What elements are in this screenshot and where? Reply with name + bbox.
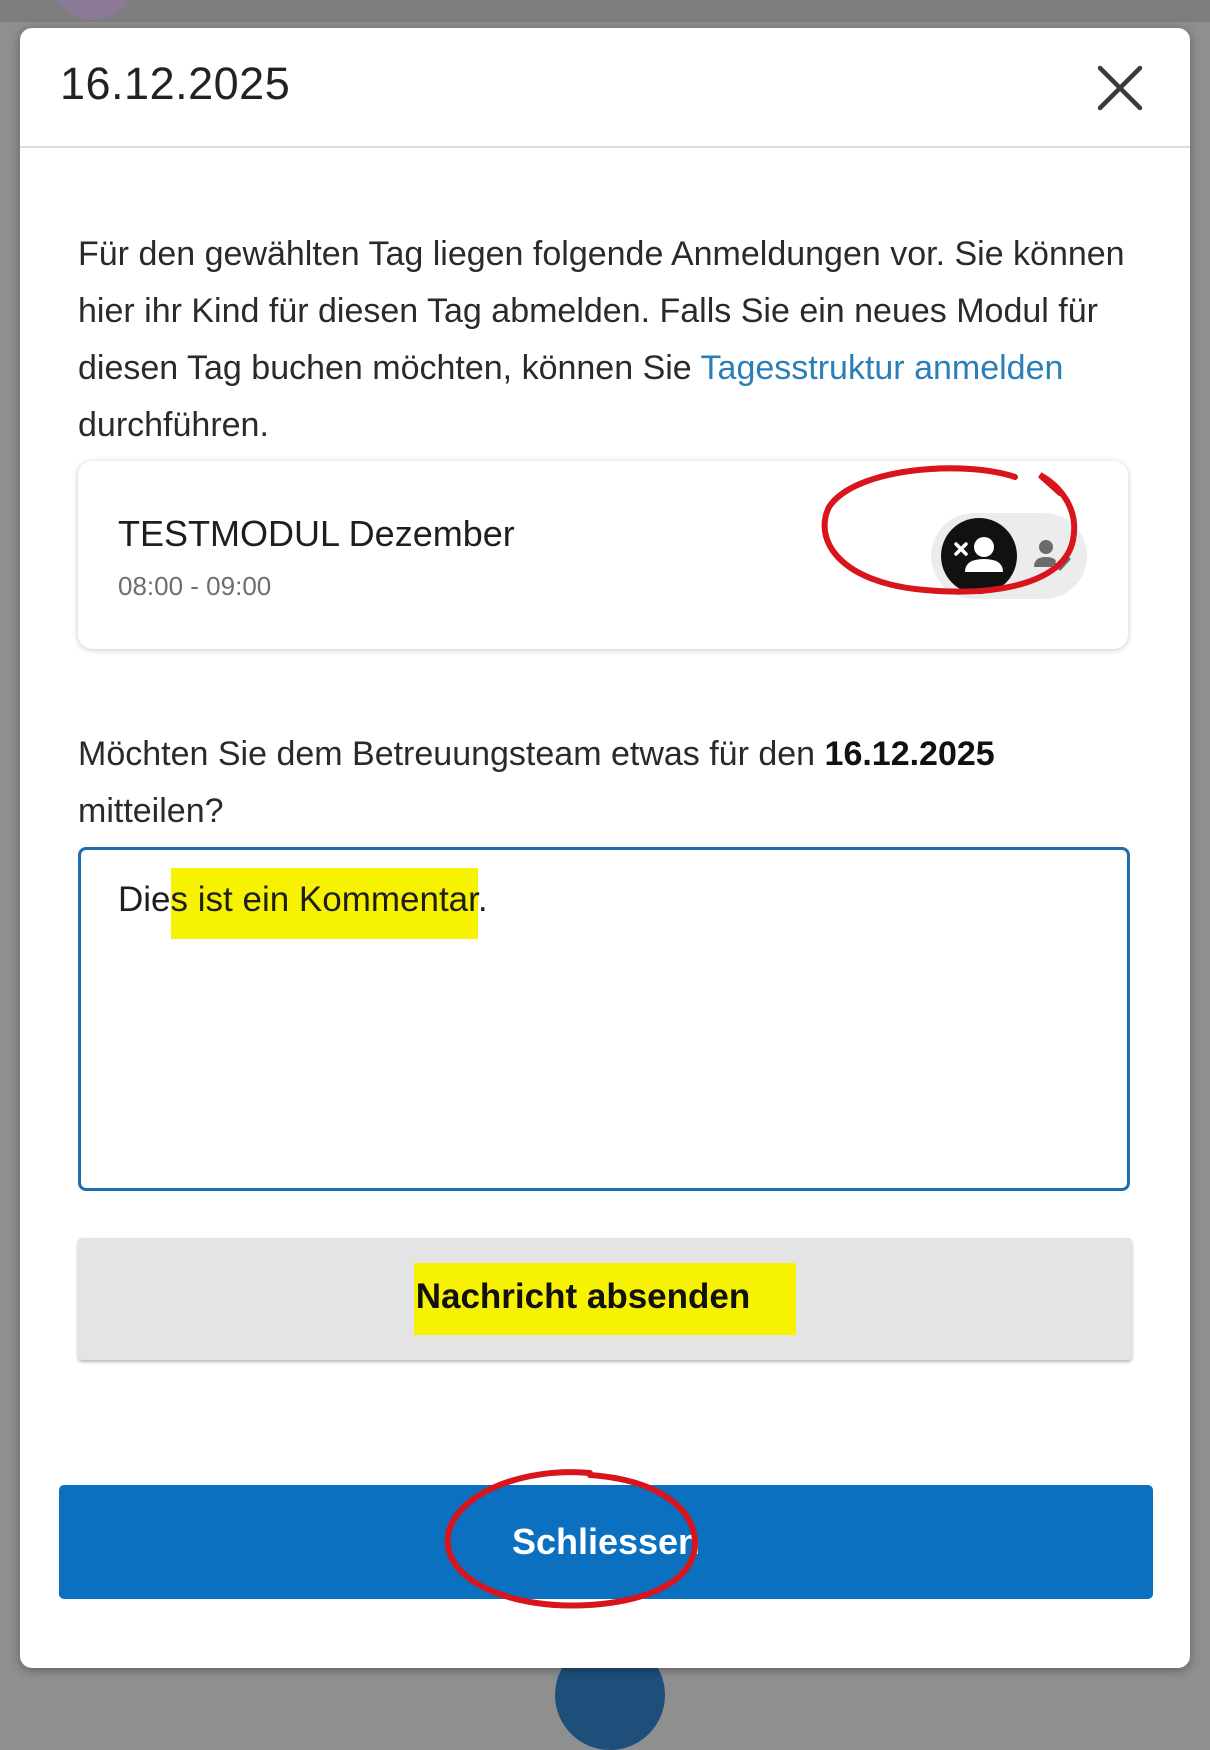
send-message-button[interactable]: Nachricht absenden: [78, 1238, 1132, 1360]
tagesstruktur-link[interactable]: Tagesstruktur anmelden: [701, 349, 1064, 387]
question-date: 16.12.2025: [824, 735, 995, 773]
close-button-label: Schliessen: [511, 1521, 701, 1562]
attendance-toggle: [931, 513, 1087, 599]
dialog-header: 16.12.2025: [20, 28, 1190, 148]
module-time: 08:00 - 09:00: [118, 571, 272, 601]
send-message-label: Nachricht absenden: [413, 1263, 797, 1335]
comment-highlighted: s ist ein Kommentar: [170, 868, 478, 939]
module-name: TESTMODUL Dezember: [118, 513, 515, 554]
intro-text: Für den gewählten Tag liegen folgende An…: [78, 226, 1138, 454]
backdrop: [0, 0, 1210, 22]
day-dialog: 16.12.2025 Für den gewählten Tag liegen …: [20, 28, 1190, 1668]
comment-part-3: .: [477, 880, 488, 919]
close-button[interactable]: Schliessen: [59, 1485, 1153, 1599]
comment-part-1: Die: [118, 880, 171, 919]
question-suffix: mitteilen?: [78, 792, 224, 830]
intro-text-end: durchführen.: [78, 406, 269, 444]
person-remove-icon[interactable]: [941, 518, 1017, 594]
message-question: Möchten Sie dem Betreuungsteam etwas für…: [78, 726, 1138, 840]
person-check-icon[interactable]: [1027, 531, 1077, 581]
dialog-title: 16.12.2025: [60, 58, 291, 109]
close-icon[interactable]: [1090, 58, 1150, 118]
comment-value: Dies ist ein Kommentar.: [118, 868, 488, 939]
module-card: TESTMODUL Dezember 08:00 - 09:00: [78, 461, 1128, 649]
question-prefix: Möchten Sie dem Betreuungsteam etwas für…: [78, 735, 825, 773]
send-message-label-wrap: Nachricht absenden: [78, 1238, 1132, 1360]
comment-textarea[interactable]: Dies ist ein Kommentar.: [78, 847, 1130, 1191]
